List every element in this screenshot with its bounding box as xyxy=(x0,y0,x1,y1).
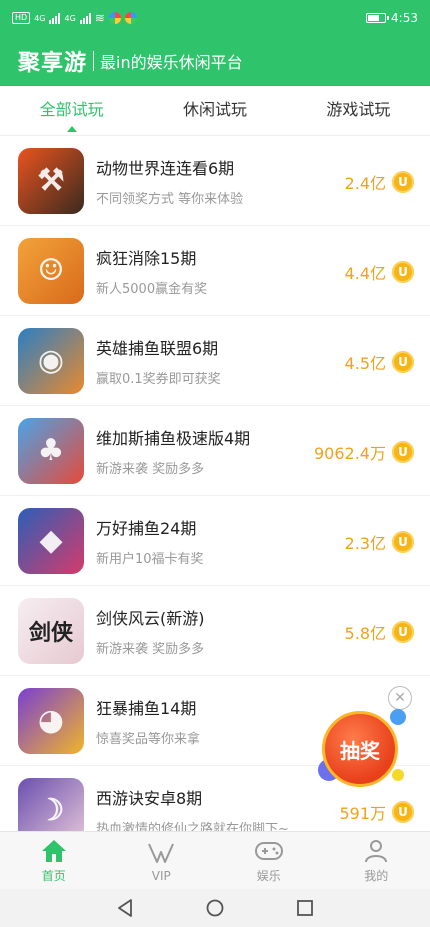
reward-amount: 5.8亿 xyxy=(344,624,386,643)
battery-icon xyxy=(366,13,390,23)
game-thumbnail-art: 剑侠 xyxy=(28,619,73,646)
recents-icon[interactable] xyxy=(296,899,314,917)
coin-icon: U xyxy=(392,171,414,193)
reward-amount: 4.4亿 xyxy=(344,264,386,283)
slogan: 最in的娱乐休闲平台 xyxy=(100,53,243,72)
game-row[interactable]: ♣ 维加斯捕鱼极速版4期 新游来袭 奖励多多 9062.4万 U xyxy=(0,406,430,496)
coin-icon: U xyxy=(392,351,414,373)
brand-logo: 聚享游 xyxy=(18,51,88,76)
nav-home[interactable]: 首页 xyxy=(0,832,108,889)
reward-amount: 4.5亿 xyxy=(344,354,386,373)
coin-icon: U xyxy=(392,621,414,643)
game-thumbnail-art: ◉ xyxy=(37,343,65,378)
game-thumbnail-art: ♣ xyxy=(37,433,65,468)
game-row[interactable]: ◆ 万好捕鱼24期 新用户10福卡有奖 2.3亿 U xyxy=(0,496,430,586)
decor-dot xyxy=(390,709,406,725)
nav-home-label: 首页 xyxy=(41,869,66,883)
category-tabs: 全部试玩 休闲试玩 游戏试玩 xyxy=(0,86,430,136)
reward-pool: 5.8亿 U xyxy=(345,620,414,644)
gamepad-icon xyxy=(254,837,284,865)
home-icon xyxy=(41,837,67,865)
coin-icon: U xyxy=(392,531,414,553)
status-bar: HD 4G 4G ≋ 4:53 xyxy=(0,0,430,36)
game-thumbnail-art: ☽ xyxy=(37,793,65,828)
signal-icon-2 xyxy=(79,12,91,24)
nav-vip[interactable]: VIP xyxy=(108,832,216,889)
system-nav xyxy=(0,889,430,927)
game-row[interactable]: ◉ 英雄捕鱼联盟6期 赢取0.1奖券即可获奖 4.5亿 U xyxy=(0,316,430,406)
signal-icon xyxy=(49,12,61,24)
reward-pool: 591万 U xyxy=(339,800,414,824)
game-thumbnail: ◆ xyxy=(18,507,84,574)
game-row[interactable]: 剑侠 剑侠风云(新游) 新游来袭 奖励多多 5.8亿 U xyxy=(0,586,430,676)
nav-vip-label: VIP xyxy=(151,868,171,883)
game-thumbnail-art: ⚒ xyxy=(37,163,65,198)
reward-pool: 2.4亿 U xyxy=(345,170,414,194)
reward-pool: 9062.4万 U xyxy=(314,440,414,464)
reward-amount: 2.4亿 xyxy=(344,174,386,193)
bottom-nav: 首页 VIP 娱乐 我的 xyxy=(0,831,430,889)
game-thumbnail: ♣ xyxy=(18,417,84,484)
coin-icon: U xyxy=(392,801,414,823)
net-type-2: 4G xyxy=(64,13,76,23)
home-circle-icon[interactable] xyxy=(206,899,224,917)
nav-entertainment-label: 娱乐 xyxy=(256,869,281,883)
reward-amount: 2.3亿 xyxy=(344,534,386,553)
app-header: 聚享游 最in的娱乐休闲平台 xyxy=(0,36,430,86)
game-thumbnail: ☺ xyxy=(18,237,84,304)
reward-amount: 591万 xyxy=(339,804,386,823)
tab-all-trial[interactable]: 全部试玩 xyxy=(0,86,143,135)
coin-icon: U xyxy=(392,261,414,283)
nav-mine-label: 我的 xyxy=(364,869,389,883)
back-icon[interactable] xyxy=(116,899,134,917)
reward-amount: 9062.4万 xyxy=(314,444,386,463)
header-divider xyxy=(93,51,95,71)
clock: 4:53 xyxy=(391,11,418,25)
tab-game-trial[interactable]: 游戏试玩 xyxy=(287,86,430,135)
game-thumbnail-art: ☺ xyxy=(37,253,65,288)
game-thumbnail-art: ◕ xyxy=(37,703,65,738)
coin-icon: U xyxy=(392,441,414,463)
lottery-label: 抽奖 xyxy=(322,711,398,787)
nav-mine[interactable]: 我的 xyxy=(323,832,430,889)
vip-icon xyxy=(147,839,175,867)
person-icon xyxy=(364,837,388,865)
game-row[interactable]: ⚒ 动物世界连连看6期 不同领奖方式 等你来体验 2.4亿 U xyxy=(0,136,430,226)
game-thumbnail: ☽ xyxy=(18,777,84,831)
game-row[interactable]: ☺ 疯狂消除15期 新人5000赢金有奖 4.4亿 U xyxy=(0,226,430,316)
game-thumbnail: ◉ xyxy=(18,327,84,394)
game-thumbnail: 剑侠 xyxy=(18,597,84,664)
game-thumbnail: ⚒ xyxy=(18,147,84,214)
wifi-icon: ≋ xyxy=(94,11,105,25)
lottery-button[interactable]: 抽奖 xyxy=(318,705,410,797)
reward-pool: 4.5亿 U xyxy=(345,350,414,374)
reward-pool: 4.4亿 U xyxy=(345,260,414,284)
nav-entertainment[interactable]: 娱乐 xyxy=(215,832,323,889)
decor-dot xyxy=(392,769,404,781)
app-notify-icon xyxy=(108,12,121,24)
game-thumbnail: ◕ xyxy=(18,687,84,754)
tab-casual-trial[interactable]: 休闲试玩 xyxy=(143,86,286,135)
reward-pool: 2.3亿 U xyxy=(345,530,414,554)
app-notify-icon-2 xyxy=(124,12,137,24)
game-thumbnail-art: ◆ xyxy=(39,523,63,558)
net-type-1: 4G xyxy=(34,13,46,23)
hd-badge: HD xyxy=(12,12,31,24)
